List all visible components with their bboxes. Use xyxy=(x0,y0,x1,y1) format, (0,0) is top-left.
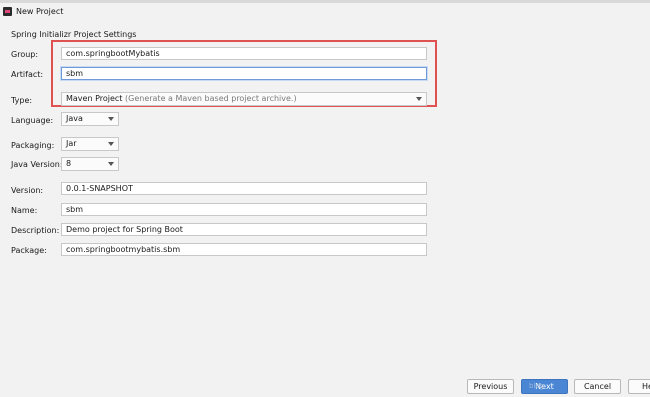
name-field[interactable]: sbm xyxy=(61,203,427,216)
language-label: Language: xyxy=(11,116,54,125)
group-label: Group: xyxy=(11,50,39,59)
package-field[interactable]: com.springbootmybatis.sbm xyxy=(61,243,427,256)
java-version-label: Java Version: xyxy=(11,160,63,169)
chevron-down-icon xyxy=(108,142,114,146)
description-label: Description: xyxy=(11,226,60,235)
type-select[interactable]: Maven Project (Generate a Maven based pr… xyxy=(61,92,427,106)
watermark-text: blog xyxy=(529,382,545,390)
java-version-value: 8 xyxy=(66,159,72,168)
language-select[interactable]: Java xyxy=(61,112,119,126)
type-hint: (Generate a Maven based project archive.… xyxy=(125,94,297,103)
title-bar: New Project xyxy=(0,3,650,19)
chevron-down-icon xyxy=(108,117,114,121)
packaging-label: Packaging: xyxy=(11,141,55,150)
chevron-down-icon xyxy=(416,97,422,101)
previous-button[interactable]: Previous xyxy=(467,379,514,394)
version-field[interactable]: 0.0.1-SNAPSHOT xyxy=(61,182,427,195)
packaging-value: Jar xyxy=(66,139,77,148)
artifact-label: Artifact: xyxy=(11,70,44,79)
type-label: Type: xyxy=(11,96,33,105)
section-title: Spring Initializr Project Settings xyxy=(11,30,137,39)
description-field[interactable]: Demo project for Spring Boot xyxy=(61,223,427,236)
type-value: Maven Project xyxy=(66,94,123,103)
help-button[interactable]: He xyxy=(628,379,650,394)
chevron-down-icon xyxy=(108,162,114,166)
version-label: Version: xyxy=(11,186,44,195)
language-value: Java xyxy=(66,114,83,123)
app-icon xyxy=(3,7,12,16)
packaging-select[interactable]: Jar xyxy=(61,137,119,151)
name-label: Name: xyxy=(11,206,38,215)
artifact-field[interactable]: sbm xyxy=(61,67,427,80)
java-version-select[interactable]: 8 xyxy=(61,157,119,171)
package-label: Package: xyxy=(11,246,47,255)
cancel-button[interactable]: Cancel xyxy=(574,379,621,394)
window-title: New Project xyxy=(16,7,64,16)
group-field[interactable]: com.springbootMybatis xyxy=(61,47,427,60)
